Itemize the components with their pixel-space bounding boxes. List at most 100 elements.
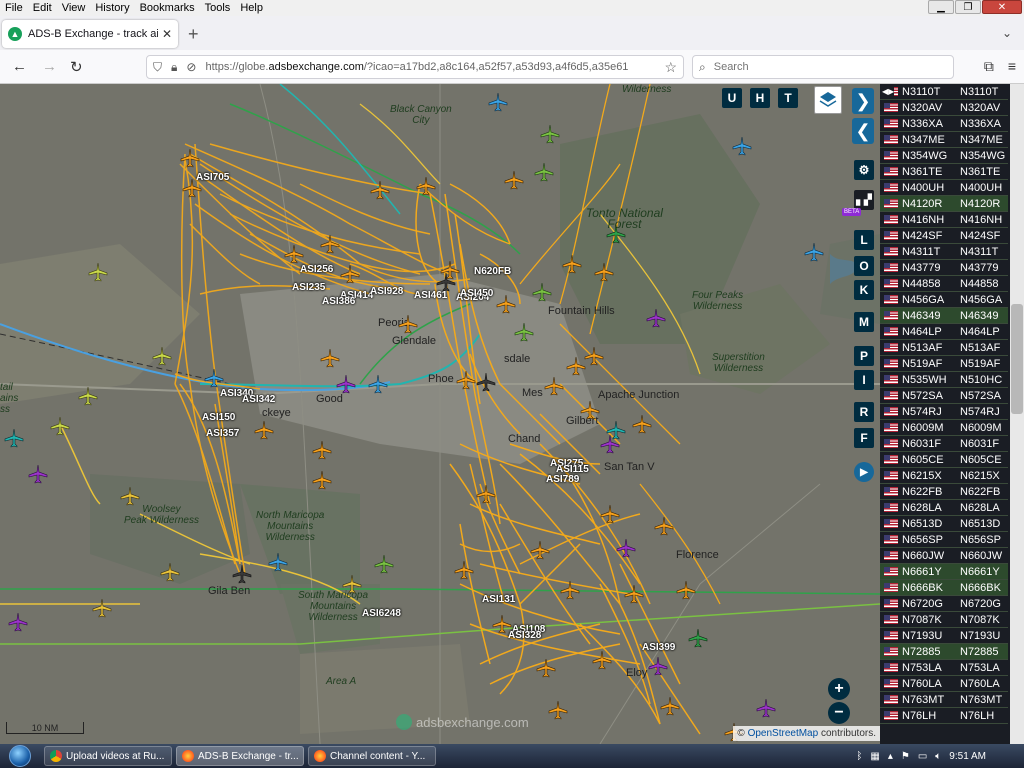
url-text[interactable]: https://globe.adsbexchange.com/?icao=a17…	[205, 61, 664, 73]
aircraft-icon[interactable]	[342, 574, 362, 594]
table-scroll-thumb[interactable]	[1011, 304, 1023, 414]
aircraft-icon[interactable]	[648, 656, 668, 676]
lock-icon[interactable]: 🔒︎	[171, 60, 177, 75]
aircraft-icon[interactable]	[78, 386, 98, 406]
menu-help[interactable]: Help	[235, 2, 268, 14]
aircraft-icon[interactable]	[592, 650, 612, 670]
toggle-k-button[interactable]: K	[854, 280, 874, 300]
toggle-u-button[interactable]: U	[722, 88, 742, 108]
toggle-h-button[interactable]: H	[750, 88, 770, 108]
aircraft-icon[interactable]	[4, 428, 24, 448]
aircraft-icon[interactable]	[548, 700, 568, 720]
table-scrollbar[interactable]	[1010, 84, 1024, 744]
permissions-icon[interactable]: ⊘	[186, 60, 196, 74]
callsign-label[interactable]: ASI789	[546, 474, 579, 485]
maximize-icon[interactable]: ❐	[955, 0, 981, 14]
bookmark-star-icon[interactable]: ☆	[664, 59, 677, 76]
aircraft-table-row[interactable]: N43779 N43779	[880, 260, 1008, 276]
aircraft-table-row[interactable]: N46349 N46349	[880, 308, 1008, 324]
aircraft-table-row[interactable]: N7193U N7193U	[880, 628, 1008, 644]
url-bar[interactable]: ⛉ 🔒︎ ⊘ https://globe.adsbexchange.com/?i…	[146, 55, 684, 79]
aircraft-icon[interactable]	[398, 314, 418, 334]
aircraft-icon[interactable]	[688, 628, 708, 648]
aircraft-table-row[interactable]: N347ME N347ME	[880, 132, 1008, 148]
aircraft-table-row[interactable]: N6661Y N6661Y	[880, 564, 1008, 580]
taskbar-item-firefox-channel[interactable]: Channel content - Y...	[308, 746, 436, 766]
aircraft-icon[interactable]	[536, 658, 556, 678]
aircraft-table-row[interactable]: N763MT N763MT	[880, 692, 1008, 708]
aircraft-icon[interactable]	[530, 540, 550, 560]
callsign-label[interactable]: ASI235	[292, 282, 325, 293]
aircraft-icon[interactable]	[624, 584, 644, 604]
aircraft-table-row[interactable]: N416NH N416NH	[880, 212, 1008, 228]
callsign-label[interactable]: ASI928	[370, 286, 403, 297]
aircraft-table-row[interactable]: N464LP N464LP	[880, 324, 1008, 340]
openstreetmap-link[interactable]: OpenStreetMap	[748, 728, 819, 739]
extensions-icon[interactable]: ⧉	[984, 58, 994, 75]
close-window-icon[interactable]: ✕	[982, 0, 1022, 14]
aircraft-table-row[interactable]: N424SF N424SF	[880, 228, 1008, 244]
close-tab-icon[interactable]: ✕	[162, 27, 172, 41]
toggle-r-button[interactable]: R	[854, 402, 874, 422]
aircraft-table-row[interactable]: N4120R N4120R	[880, 196, 1008, 212]
aircraft-table-row[interactable]: N336XA N336XA	[880, 116, 1008, 132]
minimize-icon[interactable]: ▁	[928, 0, 954, 14]
aircraft-icon[interactable]	[232, 564, 252, 584]
new-tab-icon[interactable]: +	[188, 24, 199, 45]
aircraft-table-row[interactable]: N572SA N572SA	[880, 388, 1008, 404]
aircraft-table-row[interactable]: N3110T N3110T ◀▶	[880, 84, 1008, 100]
layers-button[interactable]	[814, 86, 842, 114]
menu-file[interactable]: File	[0, 2, 28, 14]
aircraft-table-row[interactable]: N361TE N361TE	[880, 164, 1008, 180]
row-expand-arrows-icon[interactable]: ◀▶	[882, 87, 895, 96]
aircraft-table-row[interactable]: N535WH N510HC	[880, 372, 1008, 388]
aircraft-icon[interactable]	[436, 272, 456, 292]
aircraft-icon[interactable]	[488, 92, 508, 112]
tray-expand-icon[interactable]: ▴	[888, 751, 893, 762]
aircraft-icon[interactable]	[756, 698, 776, 718]
aircraft-table-row[interactable]: N622FB N622FB	[880, 484, 1008, 500]
aircraft-icon[interactable]	[374, 554, 394, 574]
aircraft-icon[interactable]	[340, 264, 360, 284]
aircraft-icon[interactable]	[804, 242, 824, 262]
aircraft-icon[interactable]	[152, 346, 172, 366]
start-button[interactable]	[0, 744, 40, 768]
callsign-label[interactable]: ASI6248	[362, 608, 401, 619]
aircraft-icon[interactable]	[254, 420, 274, 440]
aircraft-icon[interactable]	[532, 282, 552, 302]
aircraft-icon[interactable]	[454, 560, 474, 580]
aircraft-icon[interactable]	[336, 374, 356, 394]
menu-bookmarks[interactable]: Bookmarks	[135, 2, 200, 14]
aircraft-table-row[interactable]: N72885 N72885	[880, 644, 1008, 660]
menu-edit[interactable]: Edit	[28, 2, 57, 14]
flag-icon[interactable]: ⚑	[901, 751, 910, 762]
aircraft-icon[interactable]	[92, 598, 112, 618]
aircraft-table-row[interactable]: N574RJ N574RJ	[880, 404, 1008, 420]
aircraft-icon[interactable]	[594, 262, 614, 282]
aircraft-table-row[interactable]: N456GA N456GA	[880, 292, 1008, 308]
zoom-out-button[interactable]: −	[828, 702, 850, 724]
aircraft-icon[interactable]	[28, 464, 48, 484]
network-icon[interactable]: ▦	[870, 751, 879, 762]
aircraft-table-row[interactable]: N513AF N513AF	[880, 340, 1008, 356]
aircraft-icon[interactable]	[416, 176, 436, 196]
toggle-i-button[interactable]: I	[854, 370, 874, 390]
aircraft-icon[interactable]	[514, 322, 534, 342]
aircraft-icon[interactable]	[160, 562, 180, 582]
aircraft-icon[interactable]	[182, 178, 202, 198]
aircraft-table-row[interactable]: N76LH N76LH	[880, 708, 1008, 724]
aircraft-icon[interactable]	[204, 368, 224, 388]
aircraft-table-row[interactable]: N354WG N354WG	[880, 148, 1008, 164]
aircraft-table-row[interactable]: N6031F N6031F	[880, 436, 1008, 452]
aircraft-icon[interactable]	[496, 294, 516, 314]
tab-adsb[interactable]: ▲ ADS-B Exchange - track aircraft ✕	[2, 20, 178, 48]
aircraft-icon[interactable]	[8, 612, 28, 632]
toggle-p-button[interactable]: P	[854, 346, 874, 366]
aircraft-icon[interactable]	[584, 346, 604, 366]
aircraft-icon[interactable]	[368, 374, 388, 394]
callsign-label[interactable]: ASI150	[202, 412, 235, 423]
stats-button[interactable]: ▖▞	[854, 190, 874, 210]
aircraft-icon[interactable]	[504, 170, 524, 190]
aircraft-table-row[interactable]: N4311T N4311T	[880, 244, 1008, 260]
aircraft-icon[interactable]	[180, 148, 200, 168]
